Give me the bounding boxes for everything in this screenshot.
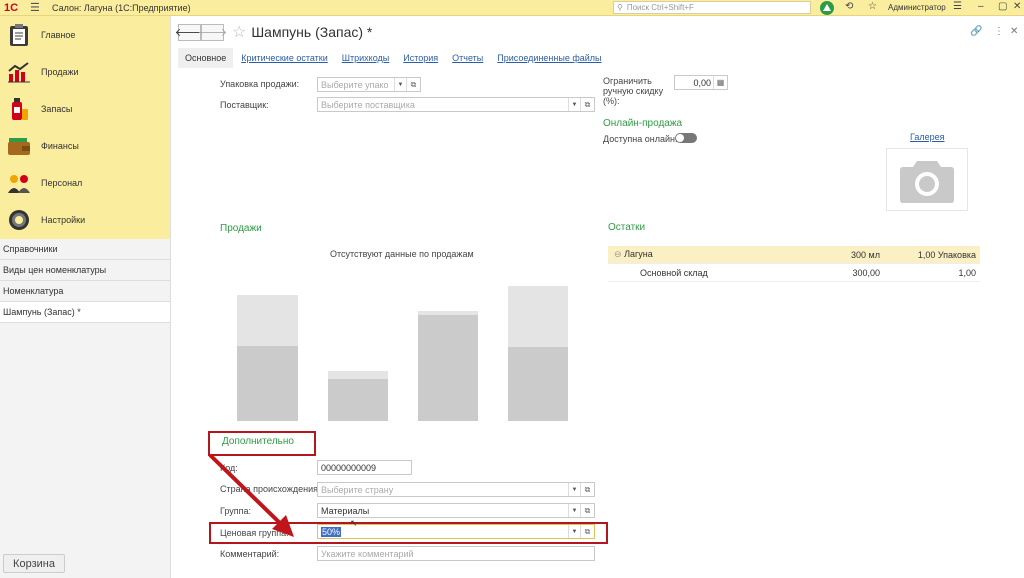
placeholder-bar-3-bottom [418,315,478,421]
gallery-link[interactable]: Галерея [910,132,945,142]
more-menu-icon[interactable]: ⋮ [994,26,1004,37]
tab-reports[interactable]: Отчеты [452,53,483,63]
placeholder-bar-4-bottom [508,347,568,421]
menu-icon[interactable]: ☰ [30,1,44,14]
products-icon [6,96,32,122]
placeholder-bar-1-bottom [237,346,298,421]
table-row[interactable]: ⊖ Лагуна 300 мл 1,00 Упаковка [608,246,980,264]
form-header: 🡐 🡒 ☆ Шампунь (Запас) * [175,21,373,43]
main-panel: 🡐 🡒 ☆ Шампунь (Запас) * 🔗 ⋮ ✕ Основное К… [172,16,1024,578]
tab-history[interactable]: История [403,53,438,63]
favorite-star-icon[interactable]: ☆ [232,22,246,42]
forward-button[interactable]: 🡒 [198,23,227,41]
close-form-icon[interactable]: ✕ [1010,26,1018,37]
section-sales[interactable]: Продажи [0,53,170,90]
clipboard-icon [6,22,32,48]
limit-label-2: ручную скидку [603,86,664,96]
pack-label: Упаковка продажи: [220,79,300,89]
people-icon [6,170,32,196]
sales-empty-text: Отсутствуют данные по продажам [330,249,474,259]
price-group-field[interactable]: 50% ▼ ⧉ [317,524,595,539]
sections-panel: Главное Продажи Запасы Финансы Персонал [0,16,170,239]
dropdown-icon[interactable]: ▼ [568,504,580,517]
nav-link-price-types[interactable]: Виды цен номенклатуры [0,260,170,281]
basket-button[interactable]: Корзина [3,554,65,573]
page-title: Шампунь (Запас) * [251,24,373,40]
supplier-label: Поставщик: [220,100,269,110]
chart-up-icon [6,59,32,85]
wallet-icon [6,133,32,159]
mouse-cursor-icon: ↖ [350,518,358,528]
additional-header: Дополнительно [222,436,294,447]
placeholder-bar-2-bottom [328,379,388,421]
section-stock[interactable]: Запасы [0,90,170,127]
comment-field[interactable]: Укажите комментарий [317,546,595,561]
supplier-field[interactable]: Выберите поставщика ▼ ⧉ [317,97,595,112]
code-field[interactable]: 00000000009 [317,460,412,475]
sidebar: Главное Продажи Запасы Финансы Персонал [0,16,171,578]
placeholder-bar-3-top [418,311,478,315]
open-icon[interactable]: ⧉ [580,483,594,496]
limit-label: Ограничить [603,76,652,86]
camera-icon [900,160,954,203]
open-icon[interactable]: ⧉ [580,504,594,517]
tab-barcodes[interactable]: Штрихкоды [342,53,389,63]
tab-main[interactable]: Основное [178,47,234,68]
section-staff[interactable]: Персонал [0,164,170,201]
section-finance[interactable]: Финансы [0,127,170,164]
comment-label: Комментарий: [220,549,280,559]
nav-link-nomenclature[interactable]: Номенклатура [0,281,170,302]
favorites-star-icon[interactable]: ☆ [868,1,877,12]
search-icon: ⚲ [617,3,623,12]
window-title: Салон: Лагуна (1С:Предприятие) [52,2,191,13]
online-label: Доступна онлайн: [603,134,678,144]
sales-placeholder-chart [237,286,568,421]
country-field[interactable]: Выберите страну ▼ ⧉ [317,482,595,497]
placeholder-bar-1-top [237,295,298,346]
dropdown-icon[interactable]: ▼ [568,98,580,111]
limit-discount-field[interactable]: 0,00 ▦ [674,75,728,90]
current-user[interactable]: Администратор [888,3,946,12]
dropdown-icon[interactable]: ▼ [568,483,580,496]
open-icon[interactable]: ⧉ [406,78,420,91]
minimize-icon[interactable]: – [978,1,984,12]
title-bar: 1С ☰ Салон: Лагуна (1С:Предприятие) ⚲ По… [0,0,1024,16]
stock-header: Остатки [608,222,646,233]
open-icon[interactable]: ⧉ [580,98,594,111]
search-input[interactable]: ⚲ Поиск Ctrl+Shift+F [613,1,811,14]
app-logo: 1С [4,1,19,14]
group-field[interactable]: Материалы ▼ ⧉ [317,503,595,518]
sales-header: Продажи [220,223,262,234]
restore-icon[interactable]: ▢ [998,1,1007,12]
link-icon[interactable]: 🔗 [970,26,982,37]
dropdown-icon[interactable]: ▼ [568,525,580,538]
gear-icon [6,207,32,233]
close-icon[interactable]: ✕ [1013,1,1021,12]
online-sale-header: Онлайн-продажа [603,118,683,129]
collapse-icon[interactable]: ⊖ [614,249,622,259]
table-row[interactable]: Основной склад 300,00 1,00 [608,264,980,282]
tab-attached-files[interactable]: Присоединенные файлы [497,53,601,63]
history-icon[interactable]: ⟲ [845,1,853,12]
form-tabs: Основное Критические остатки Штрихкоды И… [178,47,616,68]
section-settings[interactable]: Настройки [0,201,170,238]
photo-placeholder[interactable] [886,148,968,211]
settings-menu-icon[interactable]: ☰ [953,1,962,12]
tab-critical-stock[interactable]: Критические остатки [241,53,328,63]
open-icon[interactable]: ⧉ [580,525,594,538]
stock-table: ⊖ Лагуна 300 мл 1,00 Упаковка Основной с… [608,246,980,282]
dropdown-icon[interactable]: ▼ [394,78,406,91]
placeholder-bar-2-top [328,371,388,379]
calculator-icon[interactable]: ▦ [713,76,727,89]
limit-label-3: (%): [603,96,620,106]
online-toggle[interactable] [675,133,697,143]
pack-field[interactable]: Выберите упако ▼ ⧉ [317,77,421,92]
nav-link-current-item[interactable]: Шампунь (Запас) * [0,302,170,323]
section-main[interactable]: Главное [0,16,170,53]
nav-link-directories[interactable]: Справочники [0,239,170,260]
annotation-arrow [208,453,294,537]
placeholder-bar-4-top [508,286,568,347]
